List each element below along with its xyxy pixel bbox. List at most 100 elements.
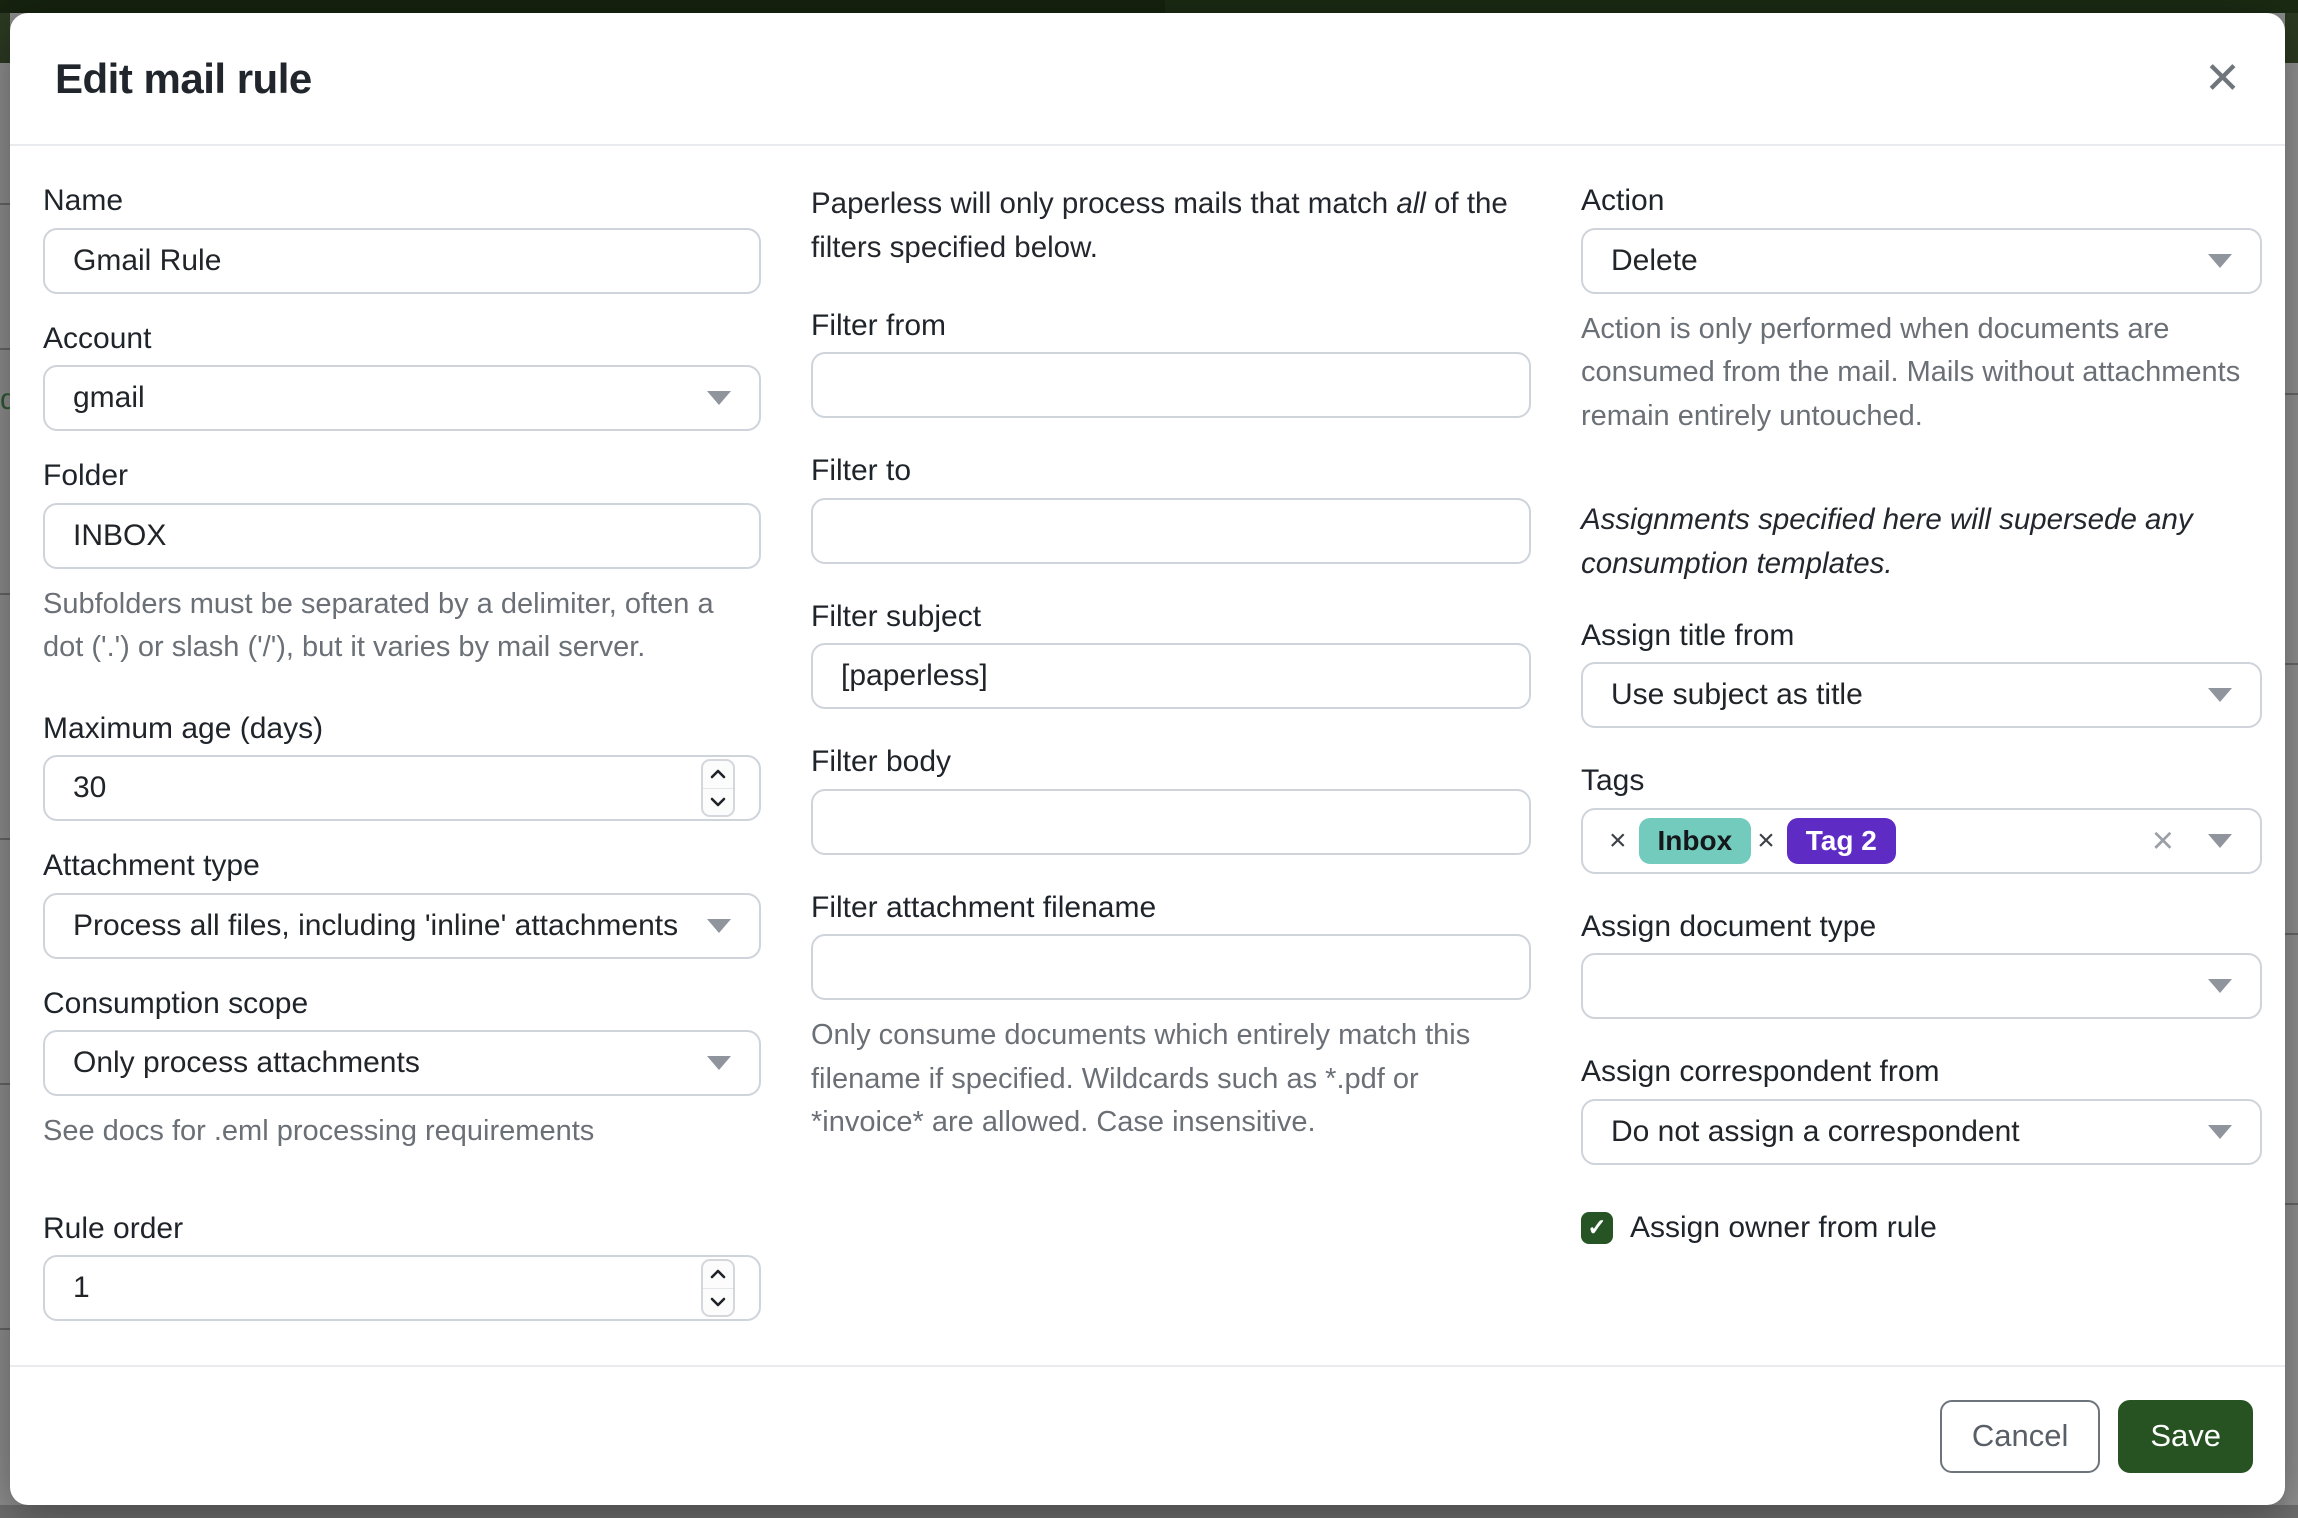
backdrop-row-line: [2285, 663, 2298, 665]
action-select[interactable]: Delete: [1581, 228, 2262, 294]
filters-intro-text: Paperless will only process mails that m…: [811, 182, 1531, 271]
filter-from-field-group: Filter from: [811, 307, 1531, 419]
backdrop-row-line: [0, 593, 10, 595]
filter-to-field-group: Filter to: [811, 452, 1531, 564]
action-select-value: Delete: [1611, 244, 1698, 278]
backdrop-left-strip: d: [0, 13, 10, 1518]
account-select-value: gmail: [73, 381, 145, 415]
filter-attachment-filename-input[interactable]: [811, 934, 1531, 1000]
filter-to-input[interactable]: [811, 498, 1531, 564]
remove-tag-icon[interactable]: ×: [1757, 826, 1775, 856]
backdrop-text-fragment: d: [0, 383, 10, 417]
rule-order-input[interactable]: [43, 1255, 761, 1321]
backdrop-row-line: [0, 348, 10, 350]
caret-down-icon: [2208, 979, 2232, 993]
clear-tags-icon[interactable]: ×: [2152, 822, 2174, 860]
filter-subject-label: Filter subject: [811, 598, 1531, 636]
screen: d Edit mail rule ✕ Name Account: [0, 0, 2298, 1518]
assign-title-from-select-value: Use subject as title: [1611, 678, 1863, 712]
rule-order-stepper[interactable]: [701, 1259, 735, 1317]
assign-owner-checkbox[interactable]: ✓: [1581, 1212, 1613, 1244]
filter-body-field-group: Filter body: [811, 743, 1531, 855]
account-label: Account: [43, 320, 761, 358]
check-icon: ✓: [1587, 1214, 1606, 1241]
filter-body-label: Filter body: [811, 743, 1531, 781]
attachment-type-label: Attachment type: [43, 847, 761, 885]
dialog-title: Edit mail rule: [55, 55, 312, 103]
attachment-type-select[interactable]: Process all files, including 'inline' at…: [43, 893, 761, 959]
name-input[interactable]: [43, 228, 761, 294]
tags-label: Tags: [1581, 762, 2262, 800]
backdrop-row-line: [2285, 393, 2298, 395]
maximum-age-stepper[interactable]: [701, 759, 735, 817]
consumption-scope-help-text: See docs for .eml processing requirement…: [43, 1110, 761, 1154]
filters-column: Paperless will only process mails that m…: [811, 182, 1531, 1365]
folder-field-group: Folder Subfolders must be separated by a…: [43, 457, 761, 670]
tag-badge-tag2: Tag 2: [1787, 818, 1896, 864]
assign-document-type-field-group: Assign document type: [1581, 908, 2262, 1020]
remove-tag-icon[interactable]: ×: [1609, 826, 1627, 856]
action-help-text: Action is only performed when documents …: [1581, 308, 2262, 439]
stepper-up-icon[interactable]: [703, 761, 733, 788]
filter-attachment-filename-label: Filter attachment filename: [811, 889, 1531, 927]
caret-down-icon: [2208, 1125, 2232, 1139]
tags-multiselect[interactable]: × Inbox × Tag 2 ×: [1581, 808, 2262, 874]
filter-subject-input[interactable]: [811, 643, 1531, 709]
account-select[interactable]: gmail: [43, 365, 761, 431]
assign-document-type-select[interactable]: [1581, 953, 2262, 1019]
filters-intro-prefix: Paperless will only process mails that m…: [811, 187, 1396, 220]
stepper-up-icon[interactable]: [703, 1261, 733, 1288]
folder-input[interactable]: [43, 503, 761, 569]
backdrop-row-line: [2285, 933, 2298, 935]
backdrop-row-line: [0, 838, 10, 840]
filter-attachment-filename-help-text: Only consume documents which entirely ma…: [811, 1014, 1531, 1145]
stepper-down-icon[interactable]: [703, 788, 733, 816]
maximum-age-label: Maximum age (days): [43, 710, 761, 748]
assign-owner-checkbox-label: Assign owner from rule: [1630, 1211, 1937, 1245]
account-field-group: Account gmail: [43, 320, 761, 432]
folder-label: Folder: [43, 457, 761, 495]
dialog-header: Edit mail rule ✕: [10, 13, 2285, 146]
maximum-age-field-group: Maximum age (days): [43, 710, 761, 822]
action-label: Action: [1581, 182, 2262, 220]
filter-from-input[interactable]: [811, 352, 1531, 418]
filter-subject-field-group: Filter subject: [811, 598, 1531, 710]
consumption-scope-select-value: Only process attachments: [73, 1046, 420, 1080]
dialog-footer: Cancel Save: [10, 1365, 2285, 1505]
assign-correspondent-from-label: Assign correspondent from: [1581, 1053, 2262, 1091]
stepper-down-icon[interactable]: [703, 1288, 733, 1316]
assign-title-from-select[interactable]: Use subject as title: [1581, 662, 2262, 728]
assign-correspondent-from-select[interactable]: Do not assign a correspondent: [1581, 1099, 2262, 1165]
filters-intro-italic: all: [1396, 187, 1426, 220]
caret-down-icon: [707, 1056, 731, 1070]
backdrop-row-line: [0, 1083, 10, 1085]
backdrop-right-green-cap: [2285, 13, 2298, 63]
assign-owner-checkbox-row: ✓ Assign owner from rule: [1581, 1211, 2262, 1245]
filter-from-label: Filter from: [811, 307, 1531, 345]
edit-mail-rule-dialog: Edit mail rule ✕ Name Account gmail: [10, 13, 2285, 1505]
attachment-type-select-value: Process all files, including 'inline' at…: [73, 909, 678, 943]
action-assignments-column: Action Delete Action is only performed w…: [1581, 182, 2262, 1365]
caret-down-icon: [707, 919, 731, 933]
cancel-button[interactable]: Cancel: [1940, 1400, 2101, 1473]
rule-order-label: Rule order: [43, 1210, 761, 1248]
consumption-scope-label: Consumption scope: [43, 985, 761, 1023]
name-field-group: Name: [43, 182, 761, 294]
backdrop-right-strip: [2285, 13, 2298, 1518]
action-field-group: Action Delete Action is only performed w…: [1581, 182, 2262, 438]
caret-down-icon: [2208, 688, 2232, 702]
filter-attachment-filename-field-group: Filter attachment filename Only consume …: [811, 889, 1531, 1145]
caret-down-icon: [2208, 834, 2232, 848]
filter-body-input[interactable]: [811, 789, 1531, 855]
assign-document-type-label: Assign document type: [1581, 908, 2262, 946]
maximum-age-input[interactable]: [43, 755, 761, 821]
close-icon[interactable]: ✕: [2200, 53, 2245, 105]
caret-down-icon: [2208, 254, 2232, 268]
folder-help-text: Subfolders must be separated by a delimi…: [43, 583, 761, 670]
consumption-scope-select[interactable]: Only process attachments: [43, 1030, 761, 1096]
assignments-note-text: Assignments specified here will supersed…: [1581, 498, 2262, 587]
name-label: Name: [43, 182, 761, 220]
filter-to-label: Filter to: [811, 452, 1531, 490]
save-button[interactable]: Save: [2118, 1400, 2253, 1473]
assign-correspondent-from-select-value: Do not assign a correspondent: [1611, 1115, 2020, 1149]
